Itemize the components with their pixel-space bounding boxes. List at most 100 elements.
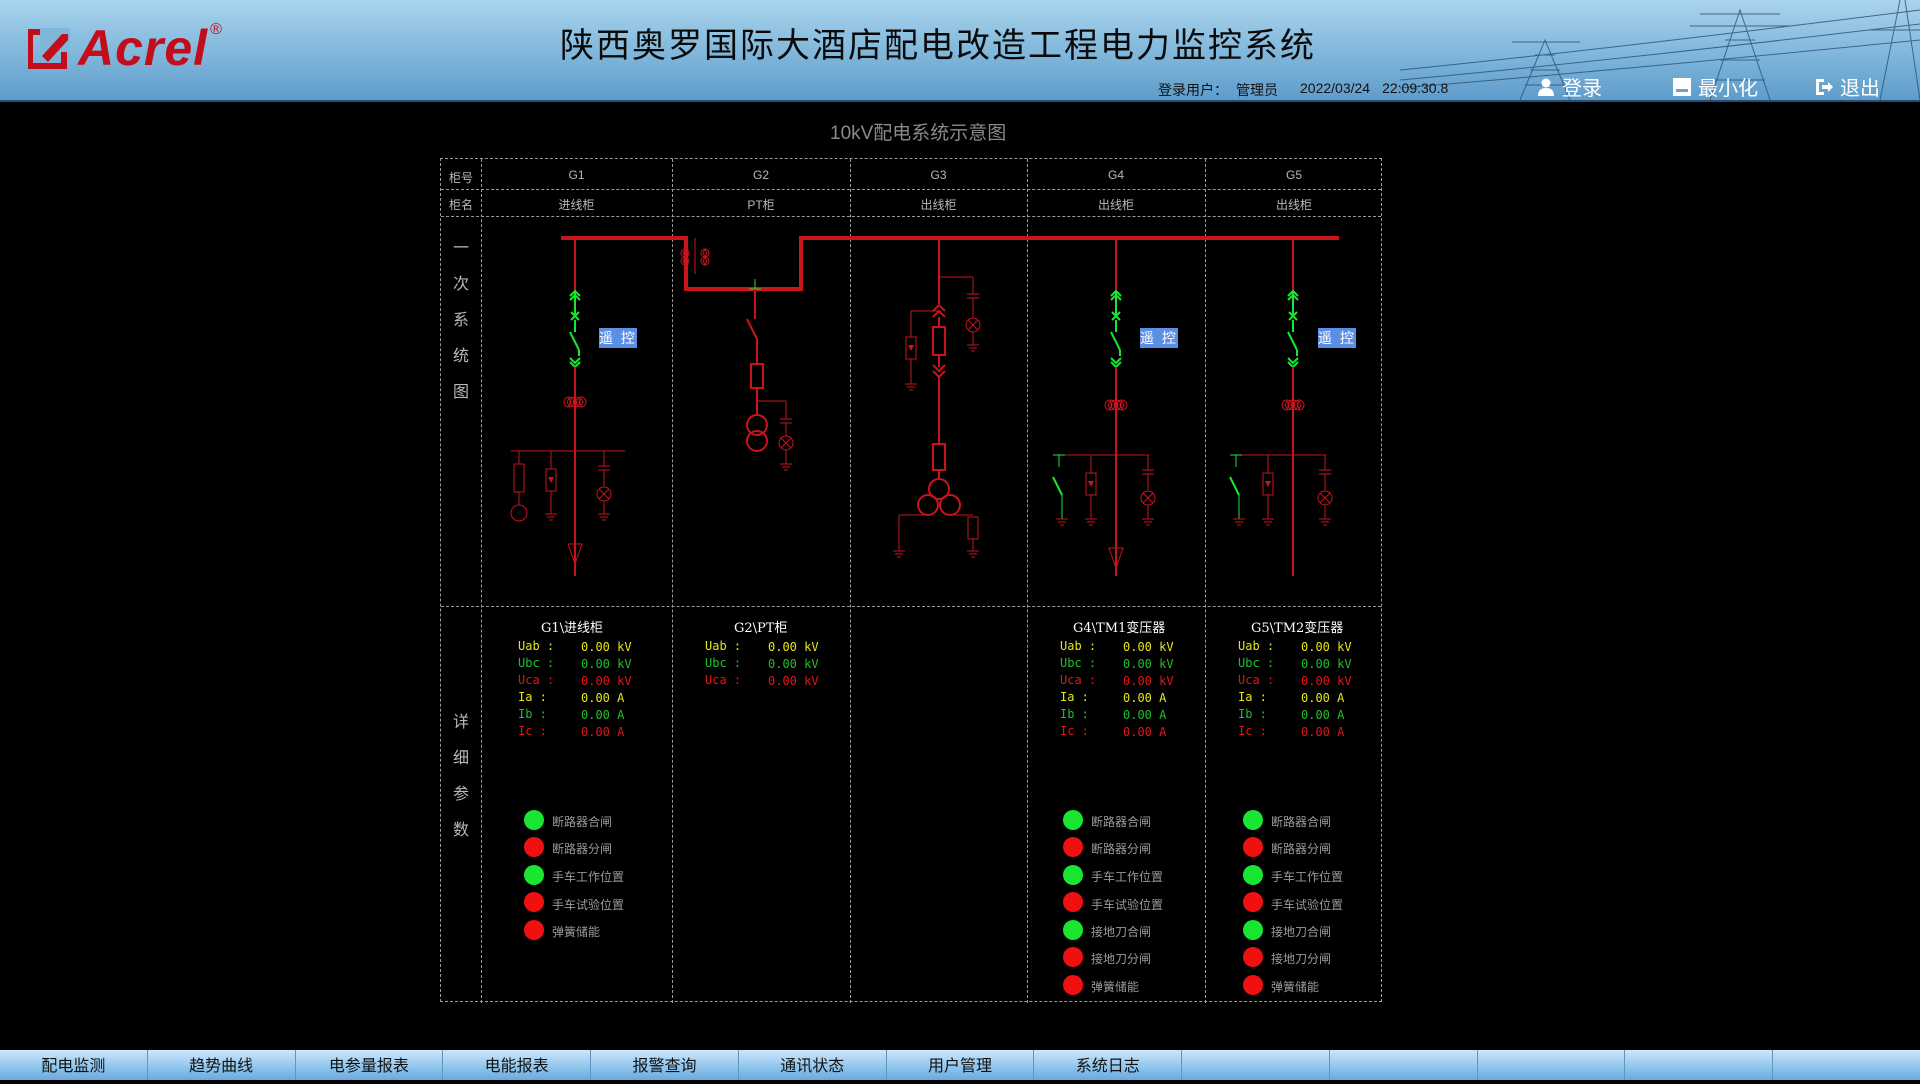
current-time: 22:09:30.8 bbox=[1382, 80, 1449, 96]
cb-open-label: 断路器分闸 bbox=[552, 842, 613, 856]
nav-comm-status[interactable]: 通讯状态 bbox=[739, 1050, 887, 1080]
uca-value: 0.00 kV bbox=[1301, 674, 1352, 688]
section-char: 参 bbox=[452, 786, 469, 803]
uab-label: Uab : bbox=[1060, 639, 1097, 653]
status-led-red bbox=[1063, 892, 1083, 912]
ia-value: 0.00 A bbox=[581, 691, 625, 705]
status-bar: 登录用户： 管理员 2022/03/24 22:09:30.8 bbox=[1158, 80, 1448, 100]
nav-empty[interactable] bbox=[1330, 1050, 1478, 1080]
remote-control-button-g5[interactable]: 遥 控 bbox=[1318, 328, 1356, 348]
login-button[interactable]: 登录 bbox=[1536, 72, 1602, 101]
truck-test-label: 手车试验位置 bbox=[1271, 898, 1344, 912]
ic-label: Ic : bbox=[518, 724, 547, 738]
uca-label: Uca : bbox=[1238, 673, 1275, 687]
status-led-red bbox=[1243, 975, 1263, 995]
nav-empty[interactable] bbox=[1773, 1050, 1920, 1080]
uab-value: 0.00 kV bbox=[1123, 640, 1174, 654]
status-led-green bbox=[1063, 920, 1083, 940]
truck-test-label: 手车试验位置 bbox=[1091, 898, 1164, 912]
ib-value: 0.00 A bbox=[1301, 708, 1345, 722]
uca-label: Uca : bbox=[705, 673, 742, 687]
ib-label: Ib : bbox=[518, 707, 547, 721]
grid-line bbox=[441, 606, 1381, 607]
nav-trend-curve[interactable]: 趋势曲线 bbox=[148, 1050, 296, 1080]
truck-work-label: 手车工作位置 bbox=[1271, 870, 1344, 884]
status-led-green bbox=[524, 865, 544, 885]
uca-value: 0.00 kV bbox=[1123, 674, 1174, 688]
nav-user-management[interactable]: 用户管理 bbox=[887, 1050, 1035, 1080]
cb-open-label: 断路器分闸 bbox=[1271, 842, 1332, 856]
spring-label: 弹簧储能 bbox=[1271, 980, 1320, 994]
status-led-green bbox=[524, 810, 544, 830]
ib-value: 0.00 A bbox=[1123, 708, 1167, 722]
status-led-red bbox=[1243, 947, 1263, 967]
cb-close-label: 断路器合闸 bbox=[552, 815, 613, 829]
panel-title-g4: G4\TM1变压器 bbox=[1073, 621, 1166, 636]
ic-value: 0.00 A bbox=[1301, 725, 1345, 739]
nav-energy-report[interactable]: 电能报表 bbox=[443, 1050, 592, 1080]
brand-name: Acrel bbox=[78, 20, 209, 76]
ia-value: 0.00 A bbox=[1123, 691, 1167, 705]
status-led-green bbox=[1243, 865, 1263, 885]
cb-close-label: 断路器合闸 bbox=[1271, 815, 1332, 829]
ia-label: Ia : bbox=[1238, 690, 1267, 704]
user-name: 管理员 bbox=[1236, 82, 1278, 98]
minimize-button[interactable]: 最小化 bbox=[1672, 72, 1758, 101]
uab-label: Uab : bbox=[705, 639, 742, 653]
nav-distribution-monitor[interactable]: 配电监测 bbox=[0, 1050, 148, 1080]
exit-icon bbox=[1816, 78, 1833, 95]
ic-value: 0.00 A bbox=[581, 725, 625, 739]
earth-close-label: 接地刀合闸 bbox=[1271, 925, 1332, 939]
ubc-value: 0.00 kV bbox=[1301, 657, 1352, 671]
section-char: 数 bbox=[452, 822, 469, 839]
status-led-red bbox=[1063, 837, 1083, 857]
remote-control-button-g1[interactable]: 遥 控 bbox=[599, 328, 637, 348]
uab-label: Uab : bbox=[1238, 639, 1275, 653]
ib-value: 0.00 A bbox=[581, 708, 625, 722]
earth-open-label: 接地刀分闸 bbox=[1091, 952, 1152, 966]
ic-label: Ic : bbox=[1060, 724, 1089, 738]
status-led-red bbox=[524, 837, 544, 857]
status-led-green bbox=[1063, 865, 1083, 885]
nav-empty[interactable] bbox=[1478, 1050, 1626, 1080]
remote-control-button-g4[interactable]: 遥 控 bbox=[1140, 328, 1178, 348]
nav-empty[interactable] bbox=[1182, 1050, 1330, 1080]
ia-value: 0.00 A bbox=[1301, 691, 1345, 705]
status-led-green bbox=[1243, 810, 1263, 830]
ubc-value: 0.00 kV bbox=[1123, 657, 1174, 671]
nav-system-log[interactable]: 系统日志 bbox=[1034, 1050, 1183, 1080]
ib-label: Ib : bbox=[1238, 707, 1267, 721]
status-led-red bbox=[1243, 892, 1263, 912]
nav-alarm-query[interactable]: 报警查询 bbox=[591, 1050, 739, 1080]
app-header: Acrel ® 陕西奥罗国际大酒店配电改造工程电力监控系统 登录用户： 管理员 2… bbox=[0, 0, 1920, 102]
status-led-red bbox=[524, 920, 544, 940]
section-char: 细 bbox=[452, 750, 469, 767]
status-led-red bbox=[1063, 947, 1083, 967]
spring-label: 弹簧储能 bbox=[1091, 980, 1140, 994]
uca-label: Uca : bbox=[1060, 673, 1097, 687]
acrel-logo: Acrel ® bbox=[28, 20, 222, 76]
uab-value: 0.00 kV bbox=[581, 640, 632, 654]
status-led-green bbox=[1063, 810, 1083, 830]
uca-value: 0.00 kV bbox=[768, 674, 819, 688]
ubc-label: Ubc : bbox=[1060, 656, 1097, 670]
truck-work-label: 手车工作位置 bbox=[1091, 870, 1164, 884]
ubc-value: 0.00 kV bbox=[768, 657, 819, 671]
cb-open-label: 断路器分闸 bbox=[1091, 842, 1152, 856]
nav-parameter-report[interactable]: 电参量报表 bbox=[296, 1050, 444, 1080]
minimize-icon bbox=[1673, 77, 1691, 96]
uca-value: 0.00 kV bbox=[581, 674, 632, 688]
uab-value: 0.00 kV bbox=[1301, 640, 1352, 654]
nav-empty[interactable] bbox=[1625, 1050, 1774, 1080]
logo-mark-icon bbox=[28, 28, 70, 69]
user-label: 登录用户： bbox=[1158, 82, 1228, 98]
spring-label: 弹簧储能 bbox=[552, 925, 601, 939]
uab-label: Uab : bbox=[518, 639, 555, 653]
exit-label: 退出 bbox=[1840, 78, 1880, 100]
login-user: 登录用户： 管理员 bbox=[1158, 80, 1278, 100]
panel-title-g5: G5\TM2变压器 bbox=[1251, 621, 1344, 636]
status-led-red bbox=[1243, 837, 1263, 857]
user-icon bbox=[1538, 78, 1554, 96]
ic-value: 0.00 A bbox=[1123, 725, 1167, 739]
exit-button[interactable]: 退出 bbox=[1814, 72, 1880, 101]
